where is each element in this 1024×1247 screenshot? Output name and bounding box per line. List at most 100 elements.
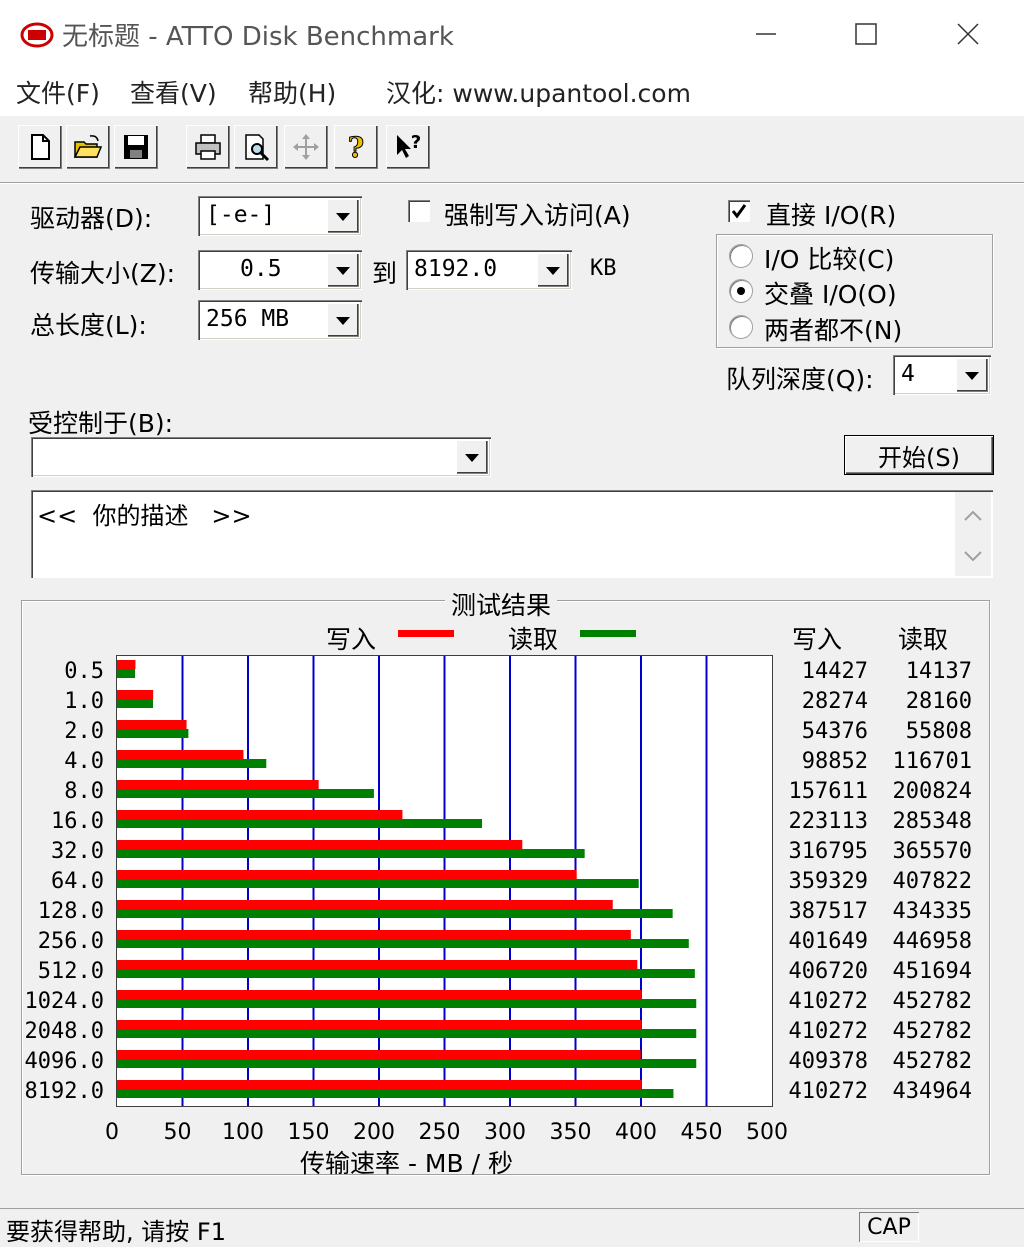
- direct-io-label: 直接 I/O(R): [766, 201, 897, 230]
- category-label-1.0: 1.0: [64, 689, 104, 714]
- read-bar-256.0: [117, 939, 689, 948]
- close-icon: [957, 23, 979, 45]
- write-bar-1024.0: [117, 990, 642, 999]
- read-bar-4.0: [117, 759, 267, 768]
- read-bar-512.0: [117, 969, 695, 978]
- app-icon[interactable]: [20, 22, 54, 48]
- overlap-io-radio[interactable]: [729, 279, 753, 303]
- queue-depth-select[interactable]: 4: [893, 355, 991, 395]
- category-label-4.0: 4.0: [64, 749, 104, 774]
- x-tick-150: 150: [287, 1120, 330, 1145]
- write-value-16.0: 223113: [788, 809, 868, 834]
- description-textarea[interactable]: << 你的描述 >>: [31, 490, 993, 578]
- transfer-to-value: 8192.0: [414, 256, 498, 282]
- print-preview-button[interactable]: [234, 125, 278, 169]
- open-folder-icon: [73, 135, 103, 158]
- controlled-by-dropdown-arrow[interactable]: [456, 440, 488, 474]
- total-length-value: 256 MB: [206, 306, 290, 332]
- write-bar-4096.0: [117, 1050, 641, 1059]
- x-tick-350: 350: [549, 1120, 592, 1145]
- kb-label: KB: [590, 256, 617, 281]
- start-button[interactable]: 开始(S): [845, 436, 993, 474]
- new-button[interactable]: [18, 125, 62, 169]
- move-button[interactable]: [284, 125, 328, 169]
- write-bar-128.0: [117, 900, 613, 909]
- read-bar-1.0: [117, 699, 154, 708]
- write-bar-32.0: [117, 840, 523, 849]
- open-button[interactable]: [66, 125, 110, 169]
- category-label-8.0: 8.0: [64, 779, 104, 804]
- write-value-32.0: 316795: [788, 839, 868, 864]
- x-tick-250: 250: [418, 1120, 461, 1145]
- menu-file[interactable]: 文件(F): [16, 74, 100, 110]
- queue-depth-value: 4: [901, 361, 915, 387]
- transfer-from-dropdown-arrow[interactable]: [327, 253, 359, 287]
- read-bar-2048.0: [117, 1029, 697, 1038]
- total-length-select[interactable]: 256 MB: [198, 300, 362, 340]
- read-value-16.0: 285348: [892, 809, 972, 834]
- window-title: 无标题 - ATTO Disk Benchmark: [62, 22, 454, 52]
- read-bar-16.0: [117, 819, 483, 828]
- read-bar-32.0: [117, 849, 585, 858]
- x-tick-100: 100: [222, 1120, 264, 1145]
- transfer-to-select[interactable]: 8192.0: [406, 250, 572, 290]
- io-compare-radio[interactable]: [729, 244, 753, 268]
- x-tick-450: 450: [680, 1120, 723, 1145]
- category-label-0.5: 0.5: [64, 659, 104, 684]
- read-value-8.0: 200824: [892, 779, 972, 804]
- scroll-arrows-icon: [964, 510, 982, 562]
- maximize-button[interactable]: [844, 12, 888, 56]
- menu-view[interactable]: 查看(V): [130, 74, 217, 110]
- write-bar-64.0: [117, 870, 577, 879]
- description-scrollbar[interactable]: [955, 492, 991, 576]
- close-button[interactable]: [946, 12, 990, 56]
- category-label-16.0: 16.0: [51, 809, 104, 834]
- write-bar-1.0: [117, 690, 154, 699]
- x-tick-200: 200: [353, 1120, 395, 1145]
- write-value-128.0: 387517: [788, 899, 868, 924]
- caps-lock-indicator: CAP: [859, 1212, 919, 1242]
- help-button[interactable]: ?: [334, 125, 378, 169]
- transfer-from-select[interactable]: 0.5: [198, 250, 362, 290]
- read-value-512.0: 451694: [892, 959, 972, 984]
- drive-select[interactable]: [-e-]: [198, 196, 362, 236]
- write-legend-swatch: [398, 630, 454, 637]
- drive-dropdown-arrow[interactable]: [327, 199, 359, 233]
- neither-radio[interactable]: [729, 315, 753, 339]
- x-tick-300: 300: [484, 1120, 526, 1145]
- controlled-by-select[interactable]: [31, 437, 491, 477]
- write-bar-512.0: [117, 960, 638, 969]
- total-length-dropdown-arrow[interactable]: [327, 303, 359, 337]
- status-text: 要获得帮助, 请按 F1: [6, 1218, 226, 1246]
- read-value-256.0: 446958: [892, 929, 972, 954]
- menu-localized[interactable]: 汉化: www.upantool.com: [386, 74, 691, 110]
- category-label-2.0: 2.0: [64, 719, 104, 744]
- minimize-button[interactable]: [744, 12, 788, 56]
- category-label-32.0: 32.0: [51, 839, 104, 864]
- results-title: 测试结果: [445, 586, 558, 622]
- write-bar-8.0: [117, 780, 319, 789]
- context-help-button[interactable]: ?: [386, 125, 430, 169]
- write-value-512.0: 406720: [788, 959, 868, 984]
- direct-io-checkbox[interactable]: [728, 200, 750, 222]
- write-column-header: 写入: [792, 625, 843, 654]
- menu-help[interactable]: 帮助(H): [248, 74, 336, 110]
- category-label-4096.0: 4096.0: [24, 1049, 104, 1074]
- read-column-header: 读取: [898, 625, 949, 654]
- read-value-32.0: 365570: [892, 839, 972, 864]
- force-write-checkbox[interactable]: [408, 200, 430, 222]
- write-value-2048.0: 410272: [788, 1019, 868, 1044]
- category-label-8192.0: 8192.0: [24, 1079, 104, 1104]
- read-bar-1024.0: [117, 999, 697, 1008]
- checkmark-icon: [731, 204, 747, 219]
- read-value-128.0: 434335: [892, 899, 972, 924]
- print-button[interactable]: [186, 125, 230, 169]
- category-label-256.0: 256.0: [37, 929, 104, 954]
- queue-depth-dropdown-arrow[interactable]: [956, 358, 988, 392]
- transfer-to-dropdown-arrow[interactable]: [537, 253, 569, 287]
- print-preview-icon: [245, 134, 270, 162]
- transfer-from-value: 0.5: [240, 256, 282, 282]
- save-button[interactable]: [114, 125, 158, 169]
- write-value-1.0: 28274: [801, 689, 868, 714]
- category-label-2048.0: 2048.0: [24, 1019, 104, 1044]
